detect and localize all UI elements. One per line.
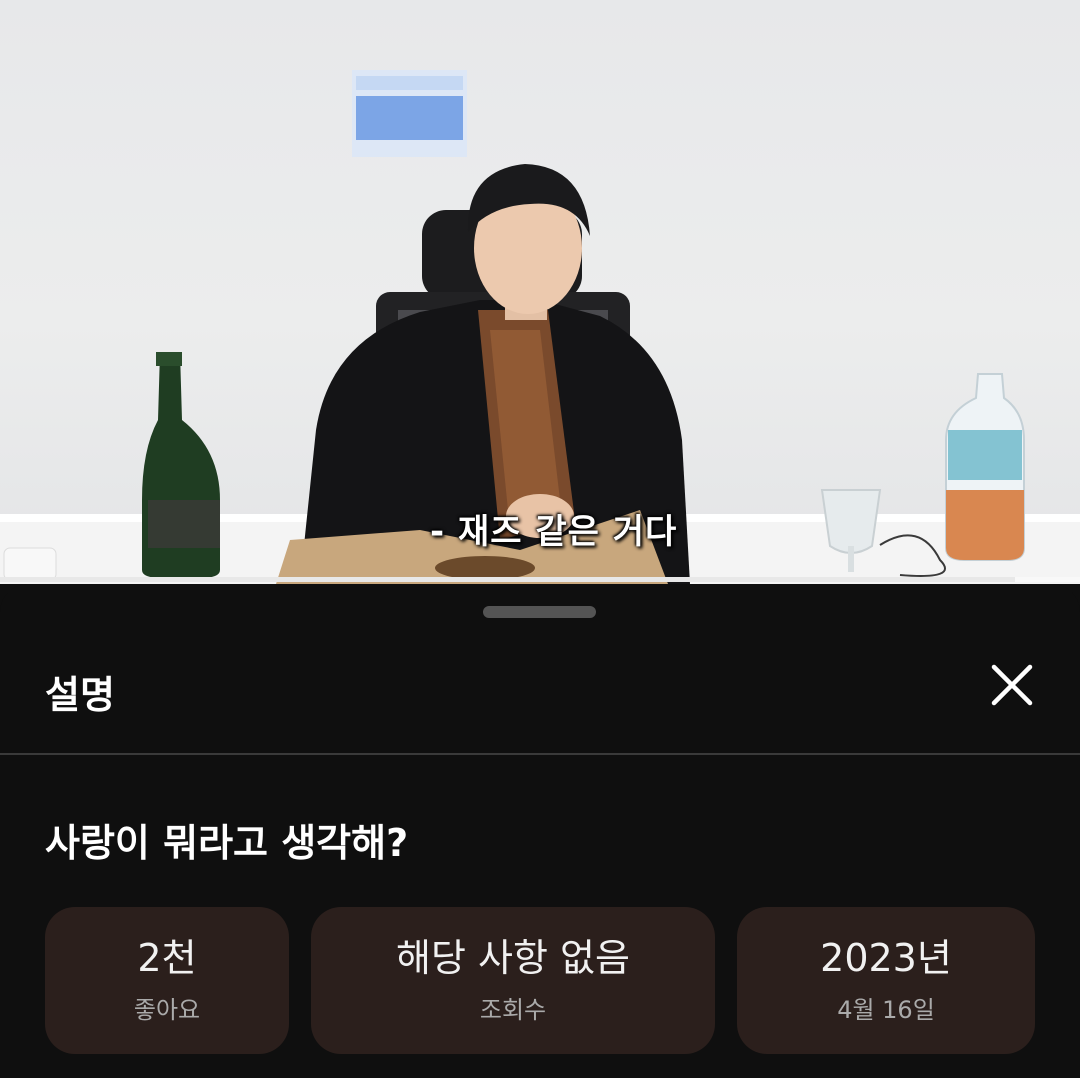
description-sheet: 설명 사랑이 뭐라고 생각해? 2천 좋아요 해당 사항 없음 조회수 2023… bbox=[0, 584, 1080, 1078]
upload-date: 4월 16일 bbox=[837, 995, 935, 1024]
views-count: 해당 사항 없음 bbox=[396, 936, 630, 981]
likes-stat: 2천 좋아요 bbox=[45, 907, 289, 1054]
upload-year: 2023년 bbox=[820, 936, 952, 981]
close-button[interactable] bbox=[983, 656, 1041, 714]
drag-handle[interactable] bbox=[483, 606, 596, 618]
glass bbox=[820, 489, 882, 554]
video-frame bbox=[0, 70, 1080, 584]
video-subtitle: - 재즈 같은 거다 bbox=[430, 512, 678, 552]
views-stat: 해당 사항 없음 조회수 bbox=[311, 907, 715, 1054]
date-stat: 2023년 4월 16일 bbox=[737, 907, 1035, 1054]
video-progress-fill bbox=[0, 577, 1016, 582]
sheet-divider bbox=[0, 753, 1080, 755]
video-progress-bar[interactable] bbox=[0, 577, 1080, 582]
close-icon bbox=[991, 664, 1033, 706]
video-title: 사랑이 뭐라고 생각해? bbox=[45, 821, 409, 865]
video-player[interactable]: - 재즈 같은 거다 bbox=[0, 0, 1080, 584]
likes-count: 2천 bbox=[137, 936, 197, 981]
views-label: 조회수 bbox=[479, 995, 547, 1024]
sheet-title: 설명 bbox=[45, 673, 115, 717]
likes-label: 좋아요 bbox=[133, 995, 201, 1024]
app-root: - 재즈 같은 거다 설명 사랑이 뭐라고 생각해? 2천 좋아요 해당 사항 … bbox=[0, 0, 1080, 1078]
